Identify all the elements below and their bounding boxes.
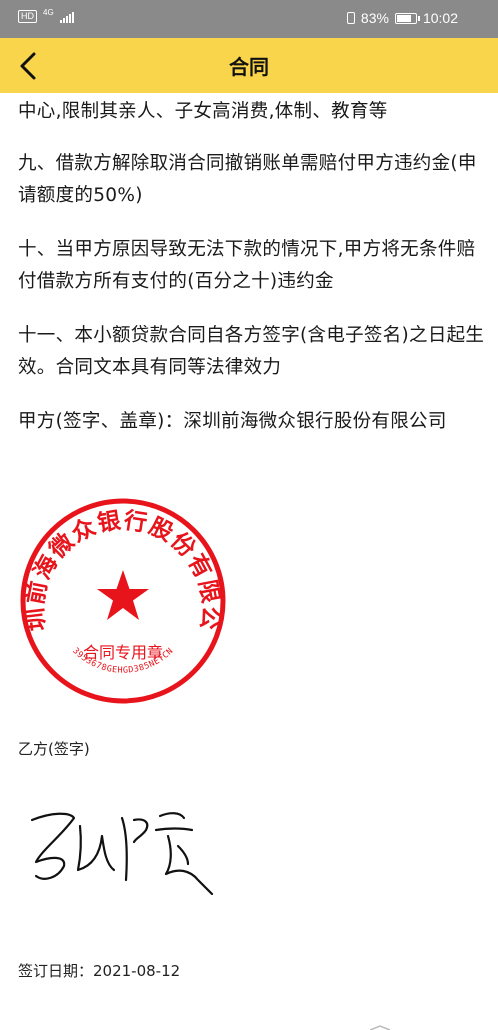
- contract-clause: 中心,限制其亲人、子女高消费,体制、教育等: [18, 101, 388, 122]
- hd-badge: HD: [18, 10, 37, 23]
- page-title: 合同: [229, 55, 269, 79]
- contract-clause: 九、借款方解除取消合同撤销账单需赔付甲方违约金(申请额度的50%): [18, 153, 477, 206]
- contract-body: 中心,限制其亲人、子女高消费,体制、教育等 九、借款方解除取消合同撤销账单需赔付…: [18, 96, 486, 460]
- contract-clause: 十一、本小额贷款合同自各方签字(含电子签名)之日起生效。合同文本具有同等法律效力: [18, 325, 485, 378]
- party-b-label: 乙方(签字): [18, 740, 90, 758]
- battery-icon: [394, 12, 420, 24]
- vibrate-icon: [346, 12, 355, 24]
- contract-clause: 十、当甲方原因导致无法下款的情况下,甲方将无条件赔付借款方所有支付的(百分之十)…: [18, 239, 476, 292]
- network-type: 4G: [43, 8, 54, 17]
- company-seal: 深圳前海微众银行股份有限公司 合同专用章 3953678GEHGD385NETC…: [6, 475, 228, 706]
- seal-stamp: 深圳前海微众银行股份有限公司 合同专用章 3953678GEHGD385NETC…: [6, 475, 226, 704]
- status-right: 83% 10:02: [346, 10, 458, 26]
- signal-icon: [59, 11, 74, 23]
- svg-text:深圳前海微众银行股份有限公司: 深圳前海微众银行股份有限公司: [18, 496, 225, 632]
- party-a-signature-line: 甲方(签字、盖章)：深圳前海微众银行股份有限公司: [18, 411, 447, 432]
- clock: 10:02: [422, 10, 458, 26]
- status-left: HD 4G: [18, 8, 74, 23]
- battery-percent: 83%: [360, 10, 389, 26]
- sign-date: 签订日期：2021-08-12: [18, 962, 181, 980]
- nav-bar: 合同: [0, 38, 498, 93]
- status-bar: HD 4G 83% 10:02: [0, 0, 498, 38]
- handwritten-signature: [22, 790, 222, 900]
- corner-decoration: [370, 1025, 391, 1030]
